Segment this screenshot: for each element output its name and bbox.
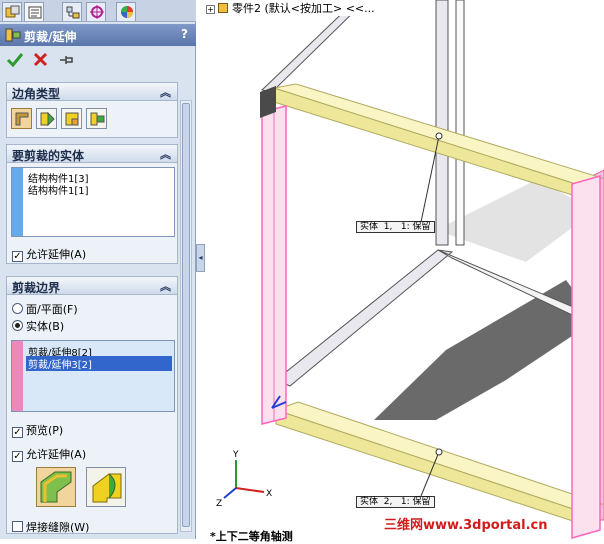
trim-boundary-header[interactable]: 剪裁边界 ︽ bbox=[7, 277, 177, 295]
checkbox-box[interactable]: ✓ bbox=[12, 451, 23, 462]
collapse-chevron-icon[interactable]: ︽ bbox=[160, 84, 171, 100]
page-title: 剪裁/延伸 bbox=[24, 30, 77, 44]
checkbox-label: 允许延伸(A) bbox=[26, 248, 87, 261]
end-trim-icon bbox=[15, 112, 29, 126]
trim-callout-body-2[interactable]: 实体 2, 1: 保留 bbox=[356, 496, 435, 508]
tab-feature-manager[interactable] bbox=[2, 2, 22, 21]
body-radio[interactable]: 实体(B) bbox=[12, 318, 64, 334]
manager-tabs bbox=[0, 0, 196, 22]
right-post-highlight bbox=[571, 175, 601, 539]
cancel-button[interactable] bbox=[32, 51, 50, 69]
checkbox-label: 焊接缝隙(W) bbox=[26, 521, 90, 534]
bodies-to-trim-header[interactable]: 要剪裁的实体 ︽ bbox=[7, 145, 177, 163]
corner-end-butt1-button[interactable] bbox=[61, 108, 82, 129]
checkbox-box[interactable]: ✓ bbox=[12, 251, 23, 262]
property-manager-icon bbox=[28, 6, 42, 19]
panel-scrollbar[interactable] bbox=[180, 100, 192, 532]
corner-end-trim-button[interactable] bbox=[11, 108, 32, 129]
callout-anchor-top bbox=[435, 132, 443, 140]
checkbox-box[interactable]: ✓ bbox=[12, 427, 23, 438]
collapse-chevron-icon[interactable]: ︽ bbox=[160, 278, 171, 294]
group-title: 要剪裁的实体 bbox=[12, 149, 85, 163]
triad-z-label: Z bbox=[216, 499, 222, 509]
trim-coped-cut-icon bbox=[92, 473, 122, 503]
feature-manager-icon bbox=[5, 5, 20, 18]
bodies-allow-extend-checkbox[interactable]: ✓ 允许延伸(A) bbox=[12, 246, 86, 262]
close-icon bbox=[33, 52, 48, 67]
collapse-chevron-icon[interactable]: ︽ bbox=[160, 146, 171, 162]
graphics-area[interactable]: Y X Z bbox=[206, 0, 604, 539]
triad-x-label: X bbox=[266, 489, 272, 499]
tab-dimxpert-manager[interactable] bbox=[86, 2, 106, 21]
end-butt2-icon bbox=[90, 112, 105, 126]
checkbox-label: 预览(P) bbox=[26, 424, 64, 437]
display-manager-icon bbox=[121, 6, 133, 18]
radio-label: 面/平面(F) bbox=[26, 303, 78, 316]
radio-circle[interactable] bbox=[12, 320, 23, 331]
action-bar bbox=[0, 48, 196, 72]
expand-icon[interactable]: + bbox=[206, 5, 215, 14]
trim-boundary-group: 剪裁边界 ︽ 面/平面(F) 实体(B) 剪裁/延伸8[2] 剪裁/延伸3[2]… bbox=[6, 276, 178, 534]
corner-type-group: 边角类型 ︽ bbox=[6, 82, 178, 138]
group-title: 边角类型 bbox=[12, 87, 61, 101]
list-item-selected[interactable]: 剪裁/延伸3[2] bbox=[26, 356, 172, 371]
callout-anchor-bottom bbox=[435, 448, 443, 456]
view-orientation-label: *上下二等角轴测 bbox=[210, 530, 293, 543]
bodies-to-trim-group: 要剪裁的实体 ︽ 结构构件1[3] 结构构件1[1] ✓ 允许延伸(A) bbox=[6, 144, 178, 264]
face-plane-radio[interactable]: 面/平面(F) bbox=[12, 301, 78, 317]
pushpin-icon bbox=[60, 56, 73, 64]
trim-callout-body-1[interactable]: 实体 1, 1: 保留 bbox=[356, 221, 435, 233]
group-title: 剪裁边界 bbox=[12, 281, 61, 295]
trim-extend-icon bbox=[5, 28, 21, 45]
checkbox-box[interactable] bbox=[12, 521, 23, 532]
tab-configuration-manager[interactable] bbox=[62, 2, 82, 21]
selection-color-strip bbox=[12, 341, 23, 411]
corner-type-header[interactable]: 边角类型 ︽ bbox=[7, 83, 177, 101]
configuration-manager-icon bbox=[66, 6, 80, 19]
ok-button[interactable] bbox=[6, 51, 24, 69]
corner-end-miter-button[interactable] bbox=[36, 108, 57, 129]
boundary-allow-extend-checkbox[interactable]: ✓ 允许延伸(A) bbox=[12, 446, 86, 462]
keep-visible-button[interactable] bbox=[58, 51, 76, 69]
help-button[interactable]: ? bbox=[181, 27, 188, 41]
triad-y-label: Y bbox=[232, 450, 239, 460]
end-miter-icon bbox=[40, 111, 55, 127]
feature-tree-flyout[interactable]: + 零件2 (默认<按加工> <<... bbox=[206, 0, 375, 16]
trim-type-button-2[interactable] bbox=[86, 467, 126, 507]
tab-display-manager[interactable] bbox=[116, 2, 136, 21]
panel-collapse-handle[interactable]: ◂ bbox=[196, 244, 205, 272]
trim-type-button-1[interactable] bbox=[36, 467, 76, 507]
weld-gap-checkbox[interactable]: 焊接缝隙(W) bbox=[12, 519, 89, 535]
selection-color-strip bbox=[12, 168, 23, 236]
top-member-face bbox=[273, 87, 583, 199]
scrollbar-thumb[interactable] bbox=[182, 103, 190, 527]
coordinate-triad: Y X Z bbox=[216, 450, 272, 509]
checkbox-label: 允许延伸(A) bbox=[26, 448, 87, 461]
model-viewport[interactable]: Y X Z bbox=[206, 0, 604, 539]
end-butt1-icon bbox=[65, 112, 79, 126]
property-manager-panel: 剪裁/延伸 ? 边角类型 ︽ 要剪裁的实体 ︽ 结构构件1[3] 结构构件1[1… bbox=[0, 0, 196, 539]
checkmark-icon bbox=[6, 53, 24, 68]
radio-circle[interactable] bbox=[12, 303, 23, 314]
corner-end-butt2-button[interactable] bbox=[86, 108, 107, 129]
ground-shadow bbox=[374, 280, 596, 420]
trim-simple-cut-icon bbox=[40, 471, 72, 503]
preview-checkbox[interactable]: ✓ 预览(P) bbox=[12, 422, 63, 438]
tree-path-label: 零件2 (默认<按加工> <<... bbox=[232, 2, 375, 15]
boundary-list[interactable]: 剪裁/延伸8[2] 剪裁/延伸3[2] bbox=[11, 340, 175, 412]
tab-property-manager[interactable] bbox=[24, 2, 44, 21]
part-icon bbox=[218, 3, 228, 13]
property-manager-title-bar: 剪裁/延伸 ? bbox=[0, 24, 196, 46]
radio-label: 实体(B) bbox=[26, 320, 65, 333]
dimxpert-icon bbox=[90, 5, 104, 19]
bottom-member bbox=[274, 401, 604, 513]
list-item[interactable]: 结构构件1[1] bbox=[28, 182, 89, 197]
bodies-list[interactable]: 结构构件1[3] 结构构件1[1] bbox=[11, 167, 175, 237]
watermark: 三维网www.3dportal.cn bbox=[384, 518, 548, 533]
